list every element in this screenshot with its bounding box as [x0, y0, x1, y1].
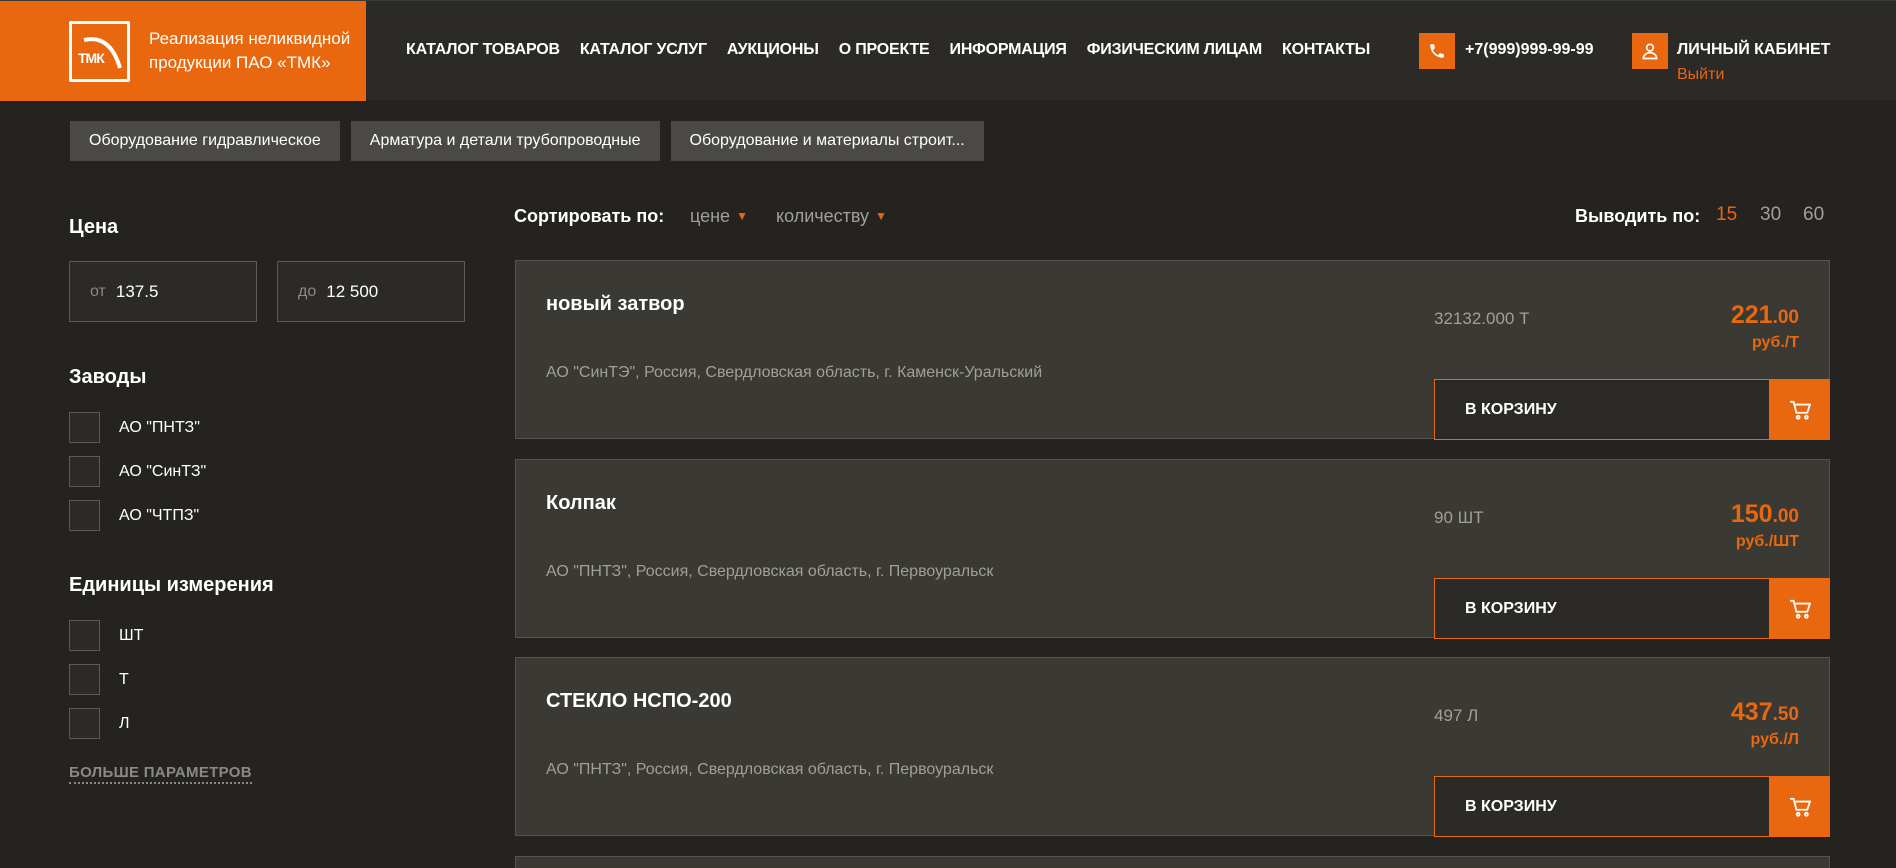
unit-option[interactable]: Л [69, 708, 130, 739]
unit-option[interactable]: Т [69, 664, 129, 695]
price-unit: руб./ШТ [1735, 533, 1799, 550]
price-decimal: .00 [1772, 506, 1799, 527]
main-nav: КАТАЛОГ ТОВАРОВ КАТАЛОГ УСЛУГ АУКЦИОНЫ О… [406, 41, 1370, 59]
product-title[interactable]: Колпак [546, 492, 616, 515]
product-price: 437.50 руб./Л [1731, 698, 1799, 749]
cart-icon [1769, 776, 1830, 837]
nav-contacts[interactable]: КОНТАКТЫ [1282, 41, 1370, 59]
price-from-field[interactable]: от 137.5 [69, 261, 257, 322]
price-from-value[interactable]: 137.5 [116, 282, 159, 302]
logo-text: Реализация неликвидной продукции ПАО «ТМ… [149, 29, 351, 72]
unit-checkbox[interactable] [69, 620, 100, 651]
chip-pipeline-fittings[interactable]: Арматура и детали трубопроводные [350, 121, 660, 161]
product-location: АО "ПНТЗ", Россия, Свердловская область,… [546, 761, 994, 778]
product-title[interactable]: СТЕКЛО НСПО-200 [546, 690, 732, 713]
per-page-15[interactable]: 15 [1716, 204, 1737, 226]
caret-down-icon: ▼ [736, 209, 748, 223]
price-to-value[interactable]: 12 500 [326, 282, 378, 302]
add-to-cart-label: В КОРЗИНУ [1465, 600, 1557, 617]
plant-label: АО "СинТЗ" [119, 462, 207, 480]
plant-option[interactable]: АО "ПНТЗ" [69, 412, 200, 443]
phone-number[interactable]: +7(999)999-99-99 [1465, 41, 1594, 59]
product-price: 150.00 руб./ШТ [1731, 500, 1799, 551]
product-quantity: 90 ШТ [1434, 508, 1484, 527]
caret-down-icon: ▼ [875, 209, 887, 223]
nav-catalog-goods[interactable]: КАТАЛОГ ТОВАРОВ [406, 41, 560, 59]
plant-option[interactable]: АО "СинТЗ" [69, 456, 206, 487]
chip-construction-equipment[interactable]: Оборудование и материалы строит... [670, 121, 984, 161]
add-to-cart-label: В КОРЗИНУ [1465, 401, 1557, 418]
unit-checkbox[interactable] [69, 664, 100, 695]
product-title[interactable]: новый затвор [546, 293, 685, 316]
price-integer: 437 [1730, 698, 1773, 726]
plant-checkbox[interactable] [69, 456, 100, 487]
cart-icon [1769, 578, 1830, 639]
product-location: АО "СинТЭ", Россия, Свердловская область… [546, 364, 1043, 381]
product-card: новый затвор АО "СинТЭ", Россия, Свердло… [515, 260, 1830, 440]
logo-letters: ТМК [78, 50, 105, 66]
nav-catalog-services[interactable]: КАТАЛОГ УСЛУГ [580, 41, 707, 59]
per-page-60[interactable]: 60 [1803, 204, 1824, 226]
logo-block[interactable]: ТМК Реализация неликвидной продукции ПАО… [0, 1, 366, 101]
more-params-link[interactable]: БОЛЬШЕ ПАРАМЕТРОВ [69, 764, 252, 784]
nav-auctions[interactable]: АУКЦИОНЫ [727, 41, 819, 59]
nav-information[interactable]: ИНФОРМАЦИЯ [950, 41, 1067, 59]
product-card-partial [515, 856, 1830, 868]
price-unit: руб./Л [1750, 731, 1799, 748]
product-location: АО "ПНТЗ", Россия, Свердловская область,… [546, 563, 994, 580]
per-page-30[interactable]: 30 [1760, 204, 1781, 226]
tmk-logo: ТМК [69, 21, 130, 82]
sort-option-label: количеству [776, 206, 870, 226]
product-quantity: 32132.000 Т [1434, 309, 1530, 328]
add-to-cart-button[interactable]: В КОРЗИНУ [1434, 379, 1830, 440]
unit-label: ШТ [119, 626, 144, 644]
sort-label: Сортировать по: [514, 206, 665, 226]
price-from-prefix: от [90, 282, 106, 300]
price-decimal: .00 [1772, 307, 1799, 328]
plants-filter-title: Заводы [69, 366, 147, 388]
units-filter-title: Единицы измерения [69, 574, 274, 596]
unit-option[interactable]: ШТ [69, 620, 143, 651]
chip-hydraulic[interactable]: Оборудование гидравлическое [70, 121, 340, 161]
plant-checkbox[interactable] [69, 412, 100, 443]
unit-label: Л [119, 714, 130, 732]
cart-icon [1769, 379, 1830, 440]
sort-by-price[interactable]: цене ▼ [690, 206, 748, 227]
unit-checkbox[interactable] [69, 708, 100, 739]
product-card: СТЕКЛО НСПО-200 АО "ПНТЗ", Россия, Сверд… [515, 657, 1830, 837]
add-to-cart-label: В КОРЗИНУ [1465, 798, 1557, 815]
product-card: Колпак АО "ПНТЗ", Россия, Свердловская о… [515, 459, 1830, 639]
price-integer: 221 [1730, 301, 1773, 329]
user-icon[interactable] [1632, 33, 1668, 69]
price-filter-title: Цена [69, 216, 119, 238]
sort-by-quantity[interactable]: количеству ▼ [776, 206, 887, 227]
unit-label: Т [119, 670, 129, 688]
plant-label: АО "ПНТЗ" [119, 418, 200, 436]
nav-individuals[interactable]: ФИЗИЧЕСКИМ ЛИЦАМ [1087, 41, 1262, 59]
nav-about[interactable]: О ПРОЕКТЕ [839, 41, 930, 59]
category-chips: Оборудование гидравлическое Арматура и д… [70, 121, 984, 161]
plant-label: АО "ЧТПЗ" [119, 506, 200, 524]
price-integer: 150 [1730, 500, 1773, 528]
phone-icon[interactable] [1419, 33, 1455, 69]
site-header: ТМК Реализация неликвидной продукции ПАО… [0, 0, 1896, 101]
product-price: 221.00 руб./Т [1731, 301, 1799, 352]
price-unit: руб./Т [1751, 334, 1799, 351]
add-to-cart-button[interactable]: В КОРЗИНУ [1434, 776, 1830, 837]
price-to-prefix: до [298, 282, 317, 300]
plant-checkbox[interactable] [69, 500, 100, 531]
per-page-label: Выводить по: [1575, 206, 1701, 226]
price-decimal: .50 [1772, 704, 1799, 725]
product-quantity: 497 Л [1434, 706, 1479, 725]
personal-cabinet-link[interactable]: ЛИЧНЫЙ КАБИНЕТ [1677, 41, 1830, 59]
price-to-field[interactable]: до 12 500 [277, 261, 465, 322]
add-to-cart-button[interactable]: В КОРЗИНУ [1434, 578, 1830, 639]
plant-option[interactable]: АО "ЧТПЗ" [69, 500, 199, 531]
sort-option-label: цене [690, 206, 731, 226]
logout-link[interactable]: Выйти [1677, 66, 1724, 84]
